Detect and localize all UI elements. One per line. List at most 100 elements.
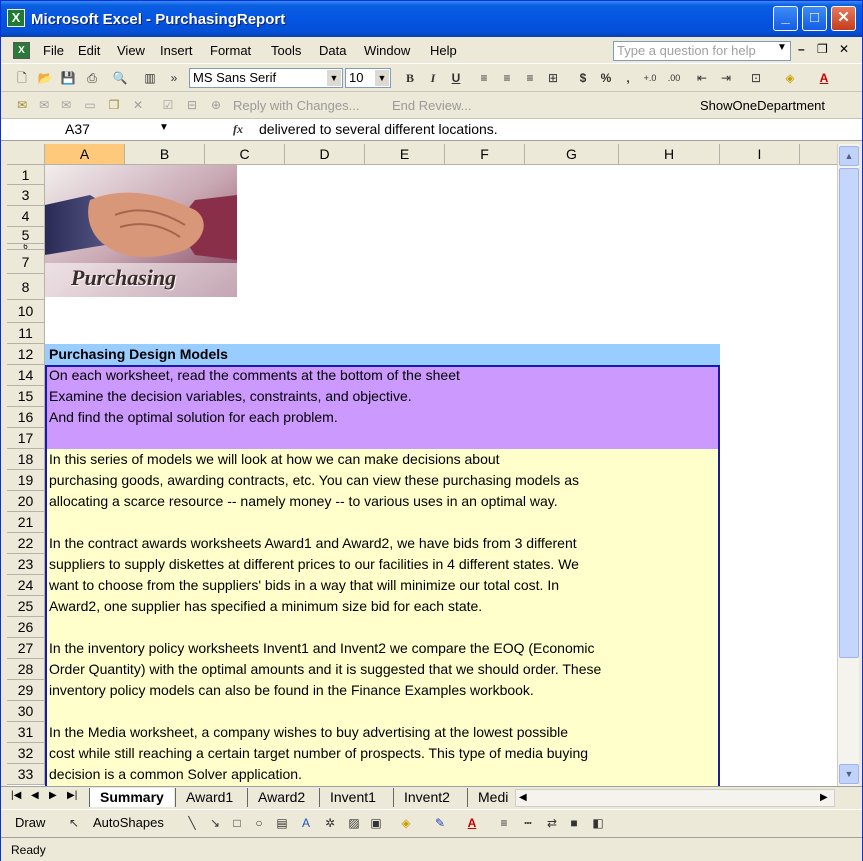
column-header-f[interactable]: F [445,144,525,165]
chevron-down-icon[interactable]: ▼ [777,42,787,53]
column-header-e[interactable]: E [365,144,445,165]
menu-data[interactable]: Data [319,43,346,58]
cell-a15[interactable]: Examine the decision variables, constrai… [45,386,412,407]
tab-award1[interactable]: Award1 [175,788,243,807]
3d-style-icon[interactable]: ◧ [589,814,607,832]
align-left-icon[interactable]: ≡ [475,69,493,87]
horizontal-scrollbar[interactable]: ◀ ▶ [515,789,835,807]
new-icon[interactable]: 🗋 [13,69,31,87]
cell-a12-title[interactable]: Purchasing Design Models [45,344,228,365]
row-header[interactable]: 28 [7,659,45,680]
row-header[interactable]: 7 [7,250,45,274]
cell-a16[interactable]: And find the optimal solution for each p… [45,407,338,428]
minimize-button[interactable]: _ [773,6,798,31]
menu-insert[interactable]: Insert [160,43,193,58]
menu-tools[interactable]: Tools [271,43,301,58]
cell-a26[interactable] [45,617,49,638]
menu-edit[interactable]: Edit [78,43,100,58]
italic-icon[interactable]: I [424,69,442,87]
chevron-down-icon[interactable]: ▼ [375,70,389,86]
menu-file[interactable]: File [43,43,64,58]
cell-a25[interactable]: Award2, one supplier has specified a min… [45,596,482,617]
column-header-g[interactable]: G [525,144,619,165]
delete-comment-icon[interactable]: ✕ [129,96,147,114]
doc-restore-icon[interactable]: ❐ [817,42,828,56]
percent-icon[interactable]: % [597,69,615,87]
last-sheet-icon[interactable]: ▶| [67,790,77,801]
create-task-icon[interactable]: ☑ [159,96,177,114]
font-color-icon[interactable]: A [815,69,833,87]
cell-a20[interactable]: allocating a scarce resource -- namely m… [45,491,558,512]
align-right-icon[interactable]: ≡ [521,69,539,87]
purchasing-handshake-image[interactable]: Purchasing [45,165,237,297]
formula-input[interactable]: delivered to several different locations… [259,121,498,137]
doc-minimize-icon[interactable]: – [798,42,805,56]
select-objects-icon[interactable]: ↖ [65,814,83,832]
more-buttons-icon[interactable]: » [165,69,183,87]
line-color-icon[interactable]: ✎ [431,814,449,832]
increase-indent-icon[interactable]: ⇥ [717,69,735,87]
row-header[interactable]: 18 [7,449,45,470]
column-header-a[interactable]: A [45,144,125,165]
line-style-icon[interactable]: ≡ [495,814,513,832]
scroll-thumb[interactable] [839,168,859,658]
row-header[interactable]: 26 [7,617,45,638]
column-header-i[interactable]: I [720,144,800,165]
row-header[interactable]: 5 [7,227,45,244]
menu-window[interactable]: Window [364,43,410,58]
underline-icon[interactable]: U [447,69,465,87]
autoshapes-button[interactable]: AutoShapes [93,815,164,830]
tab-invent2[interactable]: Invent2 [393,788,460,807]
column-header-j[interactable] [800,144,837,165]
cell-a14[interactable]: On each worksheet, read the comments at … [45,365,460,386]
row-header[interactable]: 19 [7,470,45,491]
borders-icon[interactable]: ⊡ [747,69,765,87]
row-header[interactable]: 8 [7,274,45,300]
row-header[interactable]: 20 [7,491,45,512]
row-header[interactable]: 32 [7,743,45,764]
scroll-up-icon[interactable]: ▲ [839,146,859,166]
row-header[interactable]: 31 [7,722,45,743]
cell-a24[interactable]: want to choose from the suppliers' bids … [45,575,559,596]
excel-app-icon[interactable]: X [7,9,25,27]
font-name-select[interactable]: MS Sans Serif ▼ [189,68,343,88]
diagram-icon[interactable]: ✲ [321,814,339,832]
clip-art-icon[interactable]: ▨ [345,814,363,832]
row-header[interactable]: 15 [7,386,45,407]
font-size-select[interactable]: 10 ▼ [345,68,391,88]
menu-format[interactable]: Format [210,43,251,58]
row-header[interactable]: 14 [7,365,45,386]
print-icon[interactable]: ⎙ [83,69,101,87]
cell-a30[interactable] [45,701,49,722]
column-header-c[interactable]: C [205,144,285,165]
row-header[interactable]: 22 [7,533,45,554]
fill-color-icon[interactable]: ◈ [397,814,415,832]
cell-a29[interactable]: inventory policy models can also be foun… [45,680,534,701]
show-all-comments-icon[interactable]: ❐ [105,96,123,114]
end-review-button[interactable]: End Review... [392,98,472,113]
chart-wizard-icon[interactable]: ▥ [141,69,159,87]
menu-view[interactable]: View [117,43,145,58]
prev-sheet-icon[interactable]: ◀ [31,790,39,801]
chevron-down-icon[interactable]: ▼ [327,70,341,86]
picture-icon[interactable]: ▣ [367,814,385,832]
cell-a31[interactable]: In the Media worksheet, a company wishes… [45,722,568,743]
increase-decimal-icon[interactable]: +.0 [641,69,659,87]
open-icon[interactable]: 📂 [36,69,54,87]
row-header[interactable]: 11 [7,323,45,344]
fx-icon[interactable]: fx [233,122,243,137]
line-icon[interactable]: ╲ [183,814,201,832]
shadow-style-icon[interactable]: ■ [565,814,583,832]
row-header[interactable]: 4 [7,206,45,227]
wordart-icon[interactable]: A [297,814,315,832]
maximize-button[interactable]: □ [802,6,827,31]
first-sheet-icon[interactable]: |◀ [11,790,21,801]
cell-a27[interactable]: In the inventory policy worksheets Inven… [45,638,595,659]
align-center-icon[interactable]: ≡ [498,69,516,87]
show-comment-icon[interactable]: ▭ [81,96,99,114]
previous-comment-icon[interactable]: ✉ [35,96,53,114]
arrow-style-icon[interactable]: ⇄ [543,814,561,832]
row-header[interactable]: 3 [7,185,45,206]
column-header-d[interactable]: D [285,144,365,165]
tab-media[interactable]: Medi [467,788,510,807]
